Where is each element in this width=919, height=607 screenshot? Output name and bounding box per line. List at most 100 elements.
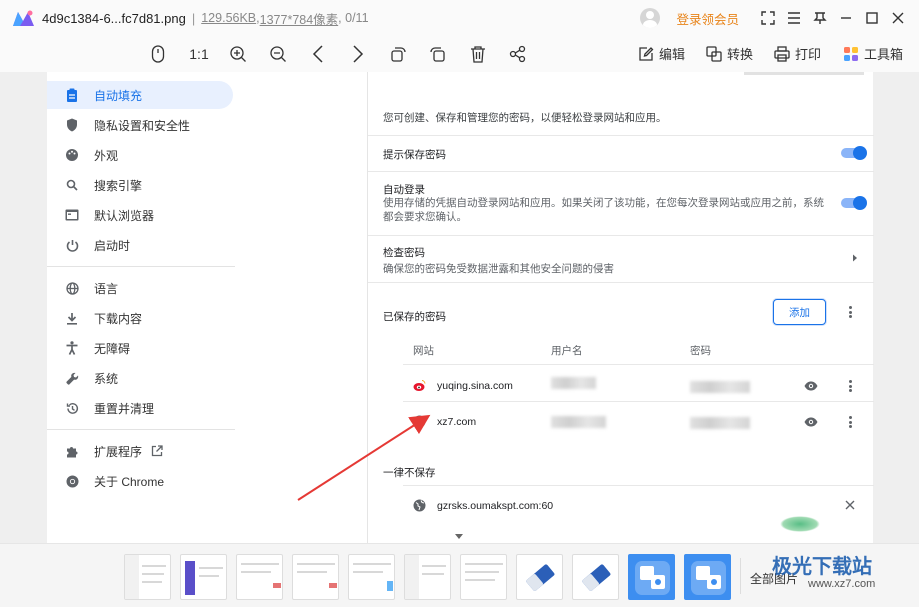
toolbox-button[interactable]: 工具箱 [843, 44, 903, 63]
wrench-icon [65, 371, 79, 385]
divider [740, 558, 741, 594]
thumbnail[interactable] [572, 554, 619, 600]
sidebar-item-privacy[interactable]: 隐私设置和安全性 [47, 111, 233, 139]
thumbnail[interactable] [628, 554, 675, 600]
sidebar-item-reset[interactable]: 重置并清理 [47, 394, 233, 422]
auto-signin-label: 自动登录 [383, 184, 425, 196]
edit-button[interactable]: 编辑 [638, 44, 685, 63]
chrome-icon [65, 474, 79, 488]
pin-icon[interactable] [807, 5, 833, 31]
auto-signin-toggle[interactable] [841, 196, 867, 210]
collapse-thumbnails-toggle[interactable] [441, 530, 477, 543]
delete-icon[interactable] [466, 42, 490, 66]
sidebar-item-label: 下载内容 [94, 311, 143, 326]
more-icon[interactable] [849, 416, 852, 428]
sidebar-item-search-engine[interactable]: 搜索引擎 [47, 171, 233, 199]
next-icon[interactable] [346, 42, 370, 66]
watermark-url: www.xz7.com [808, 578, 876, 590]
sidebar-item-autofill[interactable]: 自动填充 [47, 81, 233, 109]
globe-icon [65, 281, 79, 295]
thumbnail[interactable] [404, 554, 451, 600]
globe-icon [413, 499, 426, 512]
previous-icon[interactable] [306, 42, 330, 66]
eye-icon[interactable] [804, 381, 818, 391]
thumbnail[interactable] [236, 554, 283, 600]
zoom-in-icon[interactable] [226, 42, 250, 66]
saved-site-name[interactable]: yuqing.sina.com [437, 380, 513, 392]
toolbar: 1:1 编辑 转换 打印 工具箱 [0, 36, 919, 72]
close-icon[interactable] [885, 5, 911, 31]
divider [368, 282, 874, 283]
clipboard-icon [65, 88, 79, 102]
offer-save-toggle[interactable] [841, 146, 867, 160]
sidebar-item-label: 外观 [94, 148, 119, 163]
never-saved-label: 一律不保存 [383, 467, 436, 479]
check-passwords-description: 确保您的密码免受数据泄露和其他安全问题的侵害 [383, 263, 614, 275]
fullscreen-icon[interactable] [755, 5, 781, 31]
eye-icon[interactable] [804, 417, 818, 427]
convert-button[interactable]: 转换 [706, 44, 753, 63]
thumbnail[interactable] [516, 554, 563, 600]
remove-icon[interactable] [845, 500, 855, 510]
divider [47, 266, 235, 267]
passwords-panel: 您可创建、保存和管理您的密码，以便轻松登录网站和应用。 提示保存密码 自动登录 … [367, 72, 874, 543]
column-password: 密码 [690, 345, 711, 357]
mouse-icon[interactable] [146, 42, 170, 66]
file-size[interactable]: 129.56KB [201, 11, 256, 25]
sidebar-item-label: 关于 Chrome [94, 474, 165, 489]
sidebar-item-about[interactable]: 关于 Chrome [47, 467, 233, 495]
sidebar-item-system[interactable]: 系统 [47, 364, 233, 392]
shield-icon [65, 118, 79, 132]
sidebar-item-extensions[interactable]: 扩展程序 [47, 437, 233, 465]
menu-icon[interactable] [781, 5, 807, 31]
more-icon[interactable] [849, 306, 852, 318]
chevron-right-icon[interactable] [852, 254, 858, 262]
saved-site-name[interactable]: xz7.com [437, 416, 476, 428]
minimize-icon[interactable] [833, 5, 859, 31]
column-site: 网站 [413, 345, 434, 357]
edit-label: 编辑 [659, 47, 686, 62]
printer-icon [774, 45, 790, 62]
toolbox-icon [844, 46, 858, 61]
zoom-out-icon[interactable] [266, 42, 290, 66]
add-password-button[interactable]: 添加 [773, 299, 826, 325]
share-icon[interactable] [506, 42, 530, 66]
sidebar-item-default-browser[interactable]: 默认浏览器 [47, 201, 233, 229]
thumbnail[interactable] [684, 554, 731, 600]
thumbnail[interactable] [460, 554, 507, 600]
avatar[interactable] [640, 8, 661, 28]
print-label: 打印 [795, 47, 822, 62]
check-passwords-label[interactable]: 检查密码 [383, 245, 425, 260]
thumbnail[interactable] [348, 554, 395, 600]
sidebar-item-label: 搜索引擎 [94, 178, 143, 193]
sidebar-item-label: 语言 [94, 281, 119, 296]
image-dimensions[interactable]: 1377*784像素 [260, 9, 339, 28]
palette-icon [65, 148, 79, 162]
thumbnail[interactable] [180, 554, 227, 600]
sidebar-item-downloads[interactable]: 下载内容 [47, 304, 233, 332]
saved-passwords-label: 已保存的密码 [383, 311, 446, 323]
actual-size-button[interactable]: 1:1 [186, 42, 212, 66]
divider [47, 429, 235, 430]
sidebar-item-appearance[interactable]: 外观 [47, 141, 233, 169]
sidebar-item-label: 无障碍 [94, 341, 131, 356]
rotate-left-icon[interactable] [386, 42, 410, 66]
sidebar-item-accessibility[interactable]: 无障碍 [47, 334, 233, 362]
more-icon[interactable] [849, 380, 852, 392]
sidebar-item-languages[interactable]: 语言 [47, 274, 233, 302]
sidebar-item-on-startup[interactable]: 启动时 [47, 231, 233, 259]
print-button[interactable]: 打印 [774, 44, 821, 63]
image-canvas[interactable]: 自动填充 隐私设置和安全性 外观 搜索引擎 默认浏览器 启动时 语言 下载内容 … [0, 72, 919, 543]
rotate-right-icon[interactable] [426, 42, 450, 66]
separator: | [191, 10, 196, 26]
never-saved-site: gzrsks.oumakspt.com:60 [437, 500, 554, 512]
scroll-edge [744, 72, 864, 75]
displayed-image: 自动填充 隐私设置和安全性 外观 搜索引擎 默认浏览器 启动时 语言 下载内容 … [47, 72, 874, 543]
maximize-icon[interactable] [859, 5, 885, 31]
password-masked [690, 381, 750, 393]
comma: , [338, 11, 346, 25]
column-username: 用户名 [551, 345, 583, 357]
thumbnail[interactable] [124, 554, 171, 600]
thumbnail[interactable] [292, 554, 339, 600]
vip-login-link[interactable]: 登录领会员 [676, 9, 739, 28]
